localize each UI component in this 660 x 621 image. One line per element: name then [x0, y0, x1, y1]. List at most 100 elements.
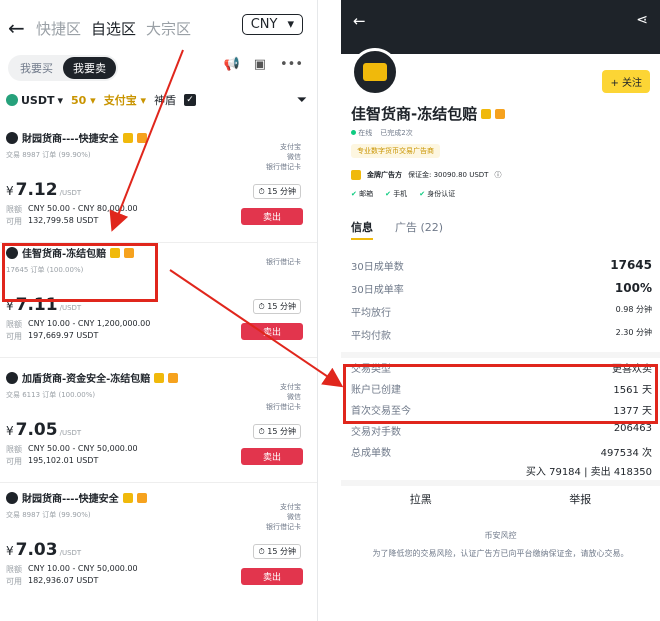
funnel-icon[interactable]: ⏷: [297, 93, 307, 108]
payment-method: 银行借记卡: [266, 258, 301, 266]
stat-label: 30日成单数: [351, 262, 404, 273]
stat-label: 总成单数: [351, 448, 391, 459]
ad-stats: 交易 8987 订单 (99.90%): [6, 511, 91, 519]
megaphone-icon[interactable]: 📢: [224, 57, 240, 72]
check-identity: 身份认证: [419, 189, 455, 199]
merchant-avatar-icon: [6, 491, 18, 504]
yen-symbol: ¥: [6, 424, 14, 438]
ad-price-value: 7.03: [15, 540, 58, 560]
stat-value: 497534 次: [600, 448, 652, 459]
tab-custom[interactable]: 自选区: [91, 18, 136, 39]
profile-header: ← ⋖: [341, 0, 660, 54]
buy-toggle[interactable]: 我要买: [10, 57, 63, 79]
ad-merchant[interactable]: 財园货商----快捷安全: [6, 490, 147, 505]
sell-button[interactable]: 卖出: [241, 568, 303, 585]
ad-payments: 支付宝 微信 银行借记卡: [266, 502, 301, 532]
buy-sell-toggle: 我要买 我要卖: [8, 55, 118, 81]
ad-available: 可用 182,936.07 USDT: [6, 576, 98, 587]
back-arrow-icon[interactable]: ←: [353, 12, 366, 30]
ad-price-value: 7.05: [15, 420, 58, 440]
stat-label: 交易对手数: [351, 427, 401, 438]
follow-button[interactable]: + 关注: [602, 70, 650, 93]
more-icon[interactable]: •••: [280, 57, 303, 72]
payment-method: 银行借记卡: [266, 403, 301, 411]
orders-icon[interactable]: ▣: [254, 57, 266, 72]
ad-time-limit: ⏱ 15 分钟: [253, 184, 301, 199]
action-row: 拉黑 举报: [341, 491, 660, 507]
ad-time-limit: ⏱ 15 分钟: [253, 544, 301, 559]
section-separator: [341, 480, 660, 486]
block-button[interactable]: 拉黑: [341, 491, 501, 507]
ad-available: 可用 132,799.58 USDT: [6, 216, 98, 227]
ad-limit: 限额 CNY 50.00 - CNY 50,000.00: [6, 444, 138, 455]
payment-method: 银行借记卡: [266, 523, 301, 531]
stat-label: 30日成单率: [351, 285, 404, 296]
limit-label: 限额: [6, 320, 22, 329]
ad-merchant[interactable]: 財园货商----快捷安全: [6, 130, 147, 145]
ad-merchant-name: 加盾货商-资金安全-冻结包赔: [22, 374, 151, 385]
asset-filter[interactable]: USDT ▾: [6, 94, 63, 107]
currency-select[interactable]: CNY ▾: [241, 14, 303, 35]
ad-card[interactable]: 加盾货商-资金安全-冻结包赔 交易 6113 订单 (100.00%) ¥7.0…: [0, 370, 317, 490]
amount-filter[interactable]: 50 ▾: [71, 94, 96, 107]
profile-tabs: 信息 广告 (22): [351, 219, 443, 240]
deposit-info: 金牌广告方 保证金: 30090.80 USDT ⓘ: [351, 170, 501, 180]
report-button[interactable]: 举报: [501, 491, 660, 507]
payment-method: 支付宝: [280, 143, 301, 151]
payment-filter[interactable]: 支付宝 ▾: [104, 92, 146, 108]
merchant-avatar-icon: [6, 131, 18, 144]
available-label: 可用: [6, 332, 22, 341]
tab-info[interactable]: 信息: [351, 219, 373, 240]
verified-badge-icon: [154, 372, 165, 383]
ad-time-limit: ⏱ 15 分钟: [253, 299, 301, 314]
online-dot-icon: [351, 130, 356, 135]
ad-merchant-name: 財园货商----快捷安全: [22, 494, 119, 505]
stat-label: 平均放行: [351, 308, 391, 319]
shield-badge-icon: [136, 492, 147, 503]
buy-sell-totals: 买入 79184 | 卖出 418350: [525, 467, 652, 478]
ad-price-unit: /USDT: [59, 189, 82, 197]
limit-value: CNY 10.00 - CNY 50,000.00: [28, 564, 138, 573]
time-limit-value: 15 分钟: [267, 427, 296, 436]
sell-button[interactable]: 卖出: [241, 448, 303, 465]
filter-bar: USDT ▾ 50 ▾ 支付宝 ▾ 神盾 ✓ ⏷: [6, 92, 307, 108]
limit-label: 限额: [6, 205, 22, 214]
ad-card[interactable]: 財园货商----快捷安全 交易 8987 订单 (99.90%) ¥7.03/U…: [0, 490, 317, 610]
online-status: 在线 已完成2次: [351, 128, 413, 138]
payment-method: 微信: [287, 393, 301, 401]
payment-method: 支付宝: [280, 383, 301, 391]
stat-value: 0.98 分钟: [615, 305, 652, 314]
asset-filter-label: USDT: [21, 93, 55, 107]
ad-card[interactable]: 財园货商----快捷安全 交易 8987 订单 (99.90%) ¥7.12/U…: [0, 130, 317, 250]
ad-limit: 限额 CNY 50.00 - CNY 80,000.00: [6, 204, 138, 215]
highlight-box-account-age: [343, 364, 658, 424]
share-icon[interactable]: ⋖: [636, 12, 648, 28]
risk-description: 为了降低您的交易风险，认证广告方已向平台缴纳保证金，请放心交易。: [372, 549, 629, 558]
merchant-avatar: [351, 48, 399, 96]
time-limit-value: 15 分钟: [267, 302, 296, 311]
tab-ads[interactable]: 广告 (22): [395, 219, 443, 240]
sell-button[interactable]: 卖出: [241, 323, 303, 340]
info-icon[interactable]: ⓘ: [494, 170, 501, 180]
ad-stats: 交易 8987 订单 (99.90%): [6, 151, 91, 159]
ad-price-unit: /USDT: [59, 549, 82, 557]
buy-sell-totals-row: 买入 79184 | 卖出 418350: [351, 463, 652, 478]
back-arrow-icon[interactable]: ←: [8, 16, 32, 40]
shield-checkbox[interactable]: ✓: [184, 94, 197, 106]
available-value: 182,936.07 USDT: [28, 576, 99, 585]
ad-merchant-name: 財园货商----快捷安全: [22, 134, 119, 145]
ad-merchant[interactable]: 加盾货商-资金安全-冻结包赔: [6, 370, 179, 385]
tab-bulk[interactable]: 大宗区: [146, 18, 191, 39]
limit-label: 限额: [6, 565, 22, 574]
sell-button[interactable]: 卖出: [241, 208, 303, 225]
verified-badge-icon: [481, 108, 492, 119]
payment-method: 支付宝: [280, 503, 301, 511]
ad-available: 可用 195,102.01 USDT: [6, 456, 98, 467]
limit-value: CNY 10.00 - CNY 1,200,000.00: [28, 319, 151, 328]
stat-row: 交易对手数 206463: [351, 423, 652, 438]
tab-quick[interactable]: 快捷区: [36, 18, 81, 39]
available-value: 132,799.58 USDT: [28, 216, 99, 225]
time-limit-value: 15 分钟: [267, 187, 296, 196]
yen-symbol: ¥: [6, 544, 14, 558]
sell-toggle[interactable]: 我要卖: [63, 57, 116, 79]
